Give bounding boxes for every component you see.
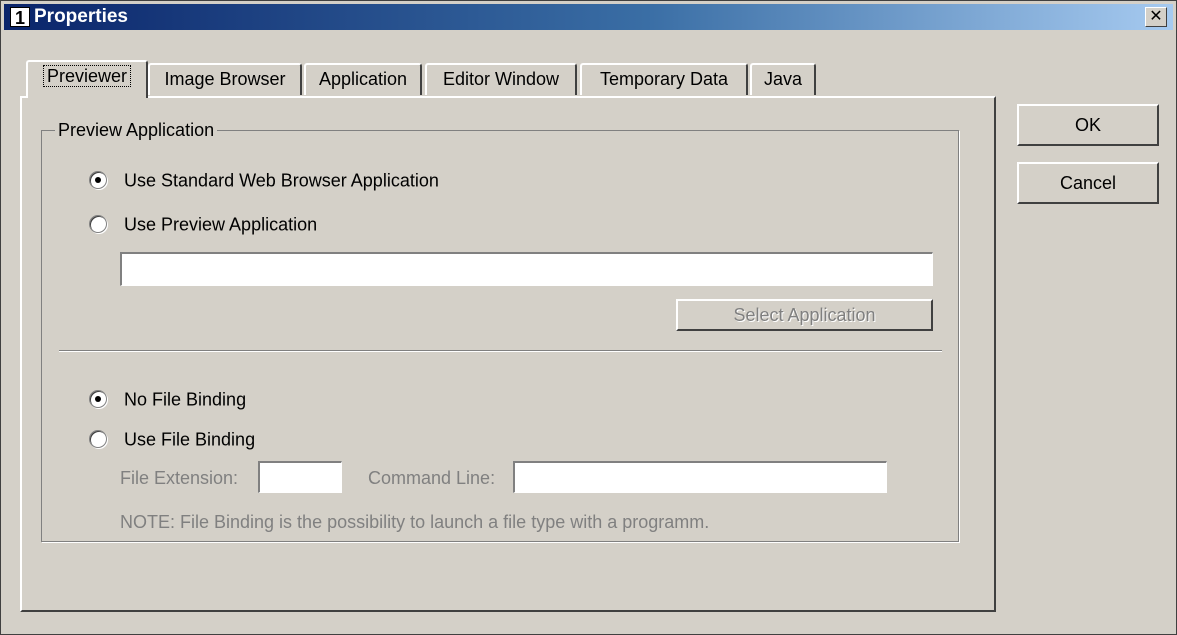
file-binding-note: NOTE: File Binding is the possibility to… — [120, 512, 710, 532]
tab-label: Temporary Data — [599, 69, 729, 89]
radio-label: Use Standard Web Browser Application — [124, 170, 439, 191]
radio-preview-application[interactable]: Use Preview Application — [89, 211, 317, 235]
window-title: Properties — [34, 6, 128, 27]
radio-no-file-binding[interactable]: No File Binding — [89, 386, 246, 410]
radio-label: Use Preview Application — [124, 214, 318, 235]
select-application-button[interactable]: Select Application — [676, 299, 933, 331]
separator — [59, 350, 942, 352]
radio-label: No File Binding — [124, 389, 247, 410]
tab-java[interactable]: Java — [750, 63, 816, 95]
tab-label: Java — [763, 69, 803, 89]
tab-editor-window[interactable]: Editor Window — [425, 63, 577, 95]
app-icon: 1 — [10, 7, 30, 28]
radio-label: Use File Binding — [124, 429, 256, 450]
title-bar[interactable]: 1 Properties ✕ — [4, 4, 1173, 30]
tab-application[interactable]: Application — [304, 63, 422, 95]
radio-button[interactable] — [89, 430, 107, 449]
command-line-input[interactable] — [513, 461, 887, 493]
radio-button[interactable] — [89, 215, 107, 234]
application-path-input[interactable] — [120, 252, 933, 286]
group-label: Preview Application — [55, 119, 218, 141]
tab-label: Application — [318, 69, 408, 89]
close-button[interactable]: ✕ — [1145, 7, 1167, 27]
radio-button[interactable] — [89, 171, 107, 190]
file-extension-label: File Extension: — [120, 468, 239, 488]
radio-button[interactable] — [89, 390, 107, 409]
close-icon: ✕ — [1149, 8, 1163, 25]
tab-label: Editor Window — [442, 69, 560, 89]
tab-label: Image Browser — [164, 69, 286, 89]
tab-label: Previewer — [42, 65, 132, 87]
radio-use-file-binding[interactable]: Use File Binding — [89, 426, 255, 450]
tab-image-browser[interactable]: Image Browser — [148, 63, 302, 95]
cancel-button[interactable]: Cancel — [1017, 162, 1159, 204]
file-extension-input[interactable] — [258, 461, 342, 493]
command-line-label: Command Line: — [368, 468, 496, 488]
tab-previewer[interactable]: Previewer — [26, 60, 148, 98]
ok-button[interactable]: OK — [1017, 104, 1159, 146]
radio-standard-browser[interactable]: Use Standard Web Browser Application — [89, 167, 439, 191]
tab-temporary-data[interactable]: Temporary Data — [580, 63, 748, 95]
